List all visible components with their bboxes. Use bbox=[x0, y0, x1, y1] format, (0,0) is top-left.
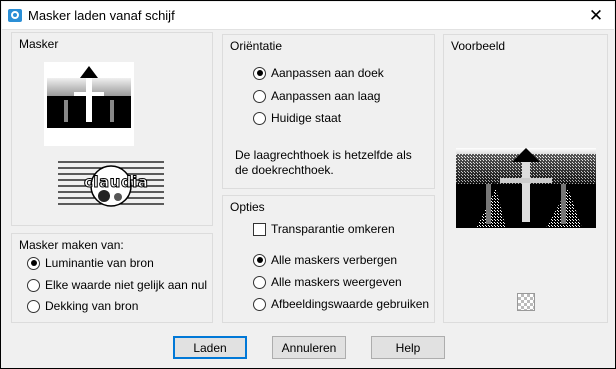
radio-hide-all-masks[interactable]: Alle maskers verbergen bbox=[253, 253, 397, 267]
radio-fit-layer[interactable]: Aanpassen aan laag bbox=[253, 89, 380, 103]
radio-label: Alle maskers weergeven bbox=[271, 275, 402, 289]
close-icon[interactable]: ✕ bbox=[586, 6, 606, 26]
mask-thumbnail-image bbox=[47, 66, 131, 128]
checkbox[interactable] bbox=[253, 222, 266, 236]
mask-source-title: Masker maken van: bbox=[19, 238, 124, 252]
mask-thumbnail[interactable] bbox=[44, 62, 134, 146]
radio-button[interactable] bbox=[27, 278, 40, 292]
info-line-2: de doekrechthoek. bbox=[235, 163, 334, 177]
dialog-window: Masker laden vanaf schijf ✕ Masker claud… bbox=[0, 0, 616, 369]
radio-button[interactable] bbox=[253, 297, 266, 311]
radio-current-state[interactable]: Huidige staat bbox=[253, 111, 341, 125]
radio-luminance[interactable]: Luminantie van bron bbox=[27, 256, 154, 270]
info-line-1: De laagrechthoek is hetzelfde als bbox=[235, 148, 412, 162]
checkbox-invert-transparency[interactable]: Transparantie omkeren bbox=[253, 222, 395, 236]
help-button[interactable]: Help bbox=[371, 336, 445, 359]
radio-label: Afbeeldingswaarde gebruiken bbox=[271, 297, 430, 311]
radio-button[interactable] bbox=[253, 89, 266, 103]
radio-nonzero[interactable]: Elke waarde niet gelijk aan nul bbox=[27, 278, 207, 292]
preview-image bbox=[456, 148, 596, 228]
options-group: Opties Transparantie omkeren Alle masker… bbox=[222, 195, 435, 323]
radio-fit-canvas[interactable]: Aanpassen aan doek bbox=[253, 66, 384, 80]
radio-label: Huidige staat bbox=[271, 111, 342, 125]
title-bar: Masker laden vanaf schijf ✕ bbox=[2, 2, 614, 30]
mask-source-group: Masker maken van: Luminantie van bron El… bbox=[11, 233, 213, 323]
radio-button[interactable] bbox=[253, 275, 266, 289]
cancel-button[interactable]: Annuleren bbox=[272, 336, 346, 359]
masker-group-title: Masker bbox=[19, 37, 59, 51]
transparency-checker-icon[interactable] bbox=[517, 293, 535, 311]
radio-button[interactable] bbox=[253, 253, 266, 267]
claudia-logo: claudia bbox=[58, 159, 164, 211]
masker-group: Masker claudia bbox=[11, 32, 213, 226]
options-title: Opties bbox=[230, 200, 265, 214]
radio-button[interactable] bbox=[27, 299, 40, 313]
claudia-logo-text: claudia bbox=[83, 173, 149, 192]
preview-group: Voorbeeld bbox=[443, 34, 608, 323]
radio-opacity[interactable]: Dekking van bron bbox=[27, 299, 138, 313]
radio-label: Aanpassen aan doek bbox=[271, 66, 384, 80]
radio-label: Dekking van bron bbox=[45, 299, 139, 313]
window-title: Masker laden vanaf schijf bbox=[28, 8, 175, 23]
orientation-title: Oriëntatie bbox=[230, 39, 283, 53]
radio-button[interactable] bbox=[253, 66, 266, 80]
load-button[interactable]: Laden bbox=[173, 336, 247, 359]
radio-button[interactable] bbox=[253, 111, 266, 125]
radio-label: Luminantie van bron bbox=[45, 256, 154, 270]
radio-use-image-value[interactable]: Afbeeldingswaarde gebruiken bbox=[253, 297, 429, 311]
checkbox-label: Transparantie omkeren bbox=[271, 222, 395, 236]
radio-label: Elke waarde niet gelijk aan nul bbox=[45, 278, 208, 292]
radio-button[interactable] bbox=[27, 256, 40, 270]
app-icon bbox=[8, 9, 22, 22]
preview-title: Voorbeeld bbox=[451, 39, 506, 53]
radio-show-all-masks[interactable]: Alle maskers weergeven bbox=[253, 275, 402, 289]
orientation-info-text: De laagrechthoek is hetzelfde als de doe… bbox=[235, 148, 412, 178]
radio-label: Aanpassen aan laag bbox=[271, 89, 381, 103]
radio-label: Alle maskers verbergen bbox=[271, 253, 398, 267]
